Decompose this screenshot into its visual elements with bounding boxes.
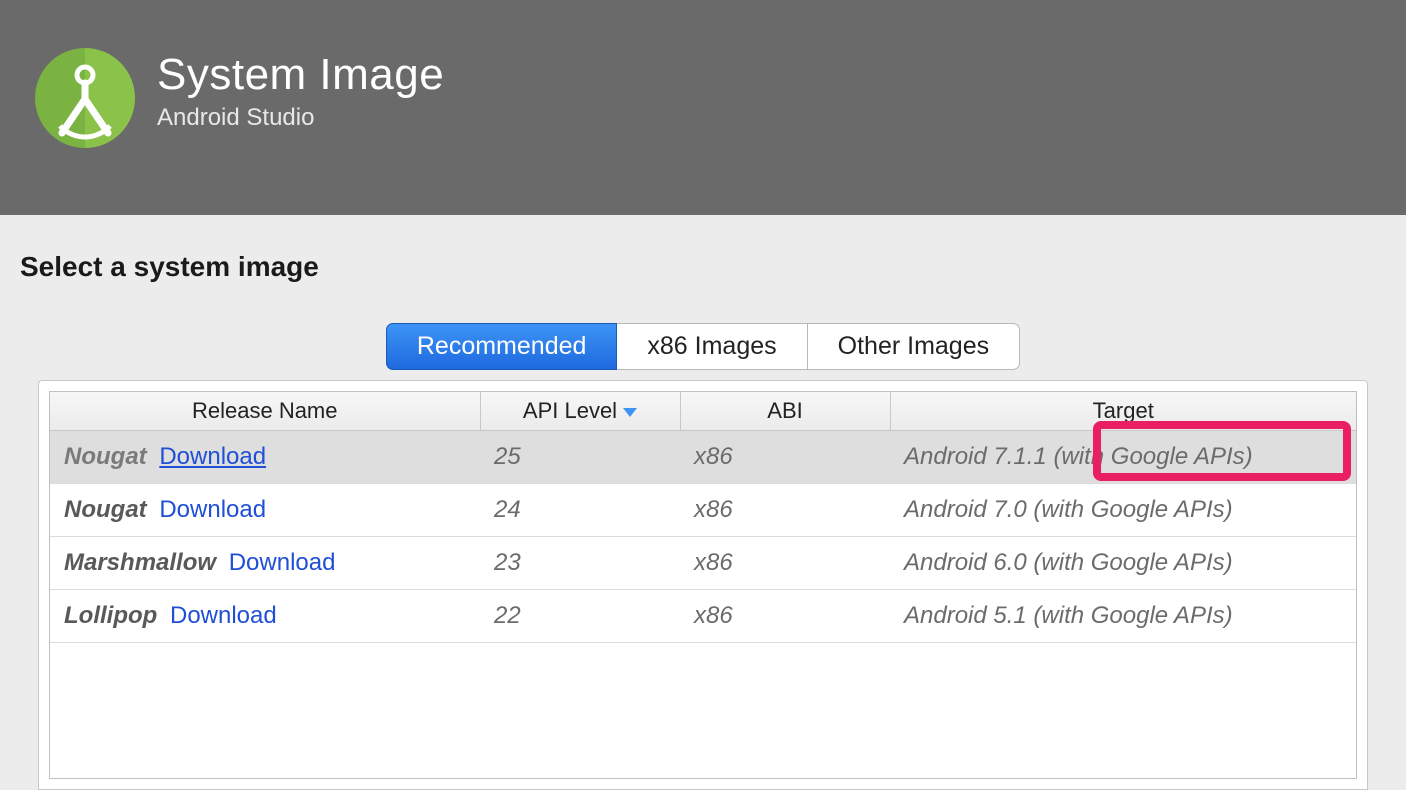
column-header-api[interactable]: API Level xyxy=(480,392,680,431)
download-link[interactable]: Download xyxy=(159,496,266,523)
dialog-subtitle: Android Studio xyxy=(157,104,444,132)
release-name: Nougat xyxy=(64,443,147,470)
cell-api: 22 xyxy=(480,590,680,643)
sort-desc-icon xyxy=(623,408,637,417)
cell-api: 24 xyxy=(480,484,680,537)
dialog-title: System Image xyxy=(157,50,444,100)
download-link[interactable]: Download xyxy=(170,602,277,629)
table-header-row: Release Name API Level ABI Target xyxy=(50,392,1356,431)
cell-abi: x86 xyxy=(680,590,890,643)
dialog-header: System Image Android Studio xyxy=(0,0,1406,215)
cell-api: 23 xyxy=(480,537,680,590)
download-link[interactable]: Download xyxy=(159,443,266,470)
system-images-table: Release Name API Level ABI Target Nougat… xyxy=(50,392,1356,643)
cell-target: Android 7.0 (with Google APIs) xyxy=(890,484,1356,537)
release-name: Nougat xyxy=(64,496,147,523)
table-row[interactable]: Nougat Download 25 x86 Android 7.1.1 (wi… xyxy=(50,431,1356,484)
column-header-release[interactable]: Release Name xyxy=(50,392,480,431)
table-panel: Release Name API Level ABI Target Nougat… xyxy=(38,380,1368,790)
release-name: Marshmallow xyxy=(64,549,216,576)
table-row[interactable]: Lollipop Download 22 x86 Android 5.1 (wi… xyxy=(50,590,1356,643)
download-link[interactable]: Download xyxy=(229,549,336,576)
content-area: Select a system image Recommended x86 Im… xyxy=(0,215,1406,790)
tab-bar: Recommended x86 Images Other Images xyxy=(18,323,1388,370)
android-studio-logo xyxy=(35,48,135,148)
cell-abi: x86 xyxy=(680,431,890,484)
tab-other-images[interactable]: Other Images xyxy=(808,323,1020,370)
cell-target: Android 6.0 (with Google APIs) xyxy=(890,537,1356,590)
cell-api: 25 xyxy=(480,431,680,484)
tab-recommended[interactable]: Recommended xyxy=(386,323,618,370)
content-title: Select a system image xyxy=(20,251,1388,283)
cell-target: Android 7.1.1 (with Google APIs) xyxy=(890,431,1356,484)
cell-target: Android 5.1 (with Google APIs) xyxy=(890,590,1356,643)
compass-icon xyxy=(40,53,130,143)
cell-abi: x86 xyxy=(680,537,890,590)
table-row[interactable]: Nougat Download 24 x86 Android 7.0 (with… xyxy=(50,484,1356,537)
column-header-target[interactable]: Target xyxy=(890,392,1356,431)
table-row[interactable]: Marshmallow Download 23 x86 Android 6.0 … xyxy=(50,537,1356,590)
tab-x86-images[interactable]: x86 Images xyxy=(617,323,807,370)
column-header-abi[interactable]: ABI xyxy=(680,392,890,431)
release-name: Lollipop xyxy=(64,602,157,629)
cell-abi: x86 xyxy=(680,484,890,537)
